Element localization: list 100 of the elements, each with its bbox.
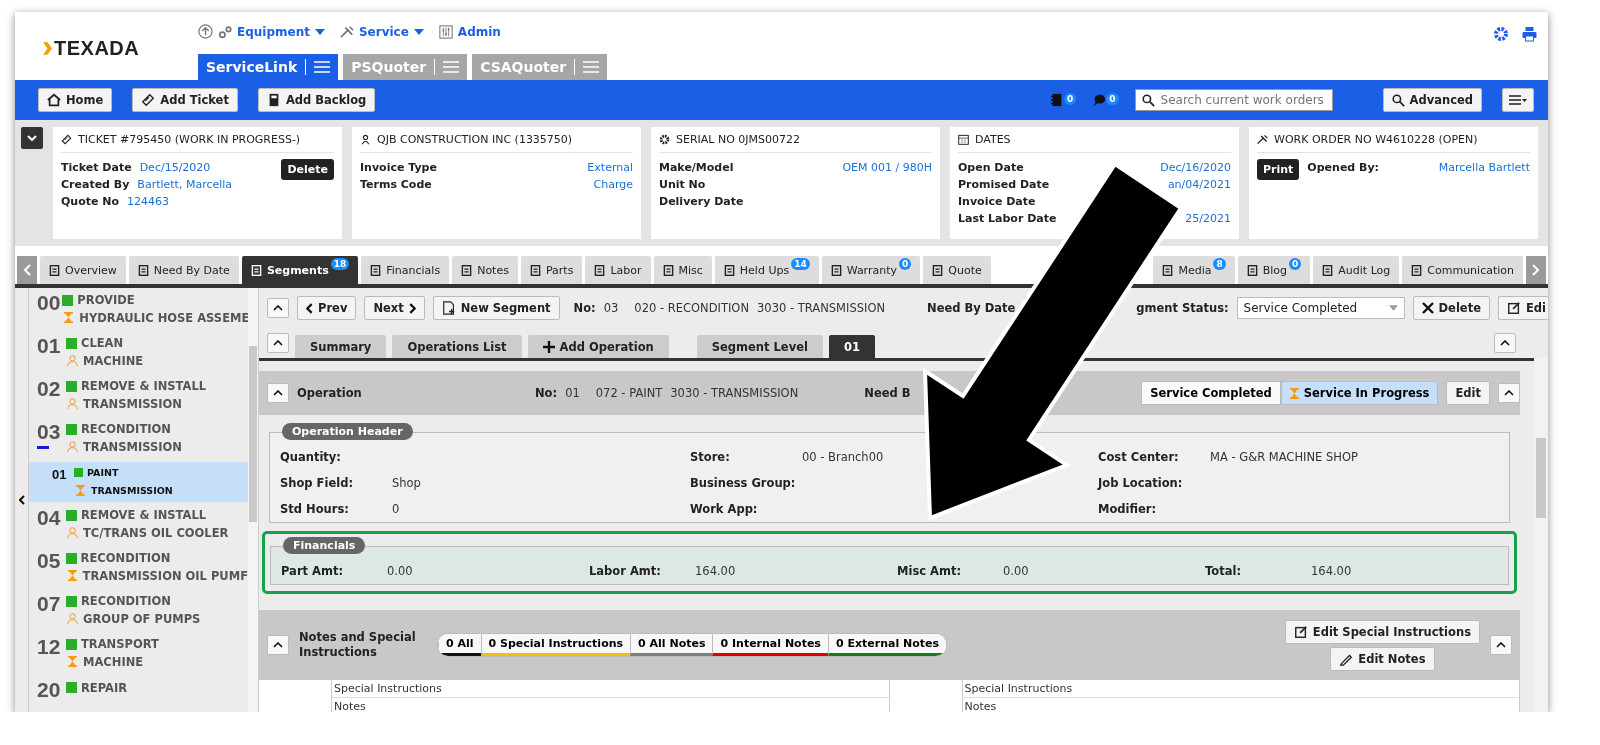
tab[interactable]: Audit Log — [1313, 256, 1400, 284]
scrollbar[interactable] — [1534, 358, 1548, 712]
field-label: Quote No — [61, 194, 120, 210]
field-value-link[interactable]: Charge — [593, 176, 633, 193]
sub-tab[interactable]: Summary — [295, 335, 387, 358]
segment-item[interactable]: 00 PROVIDE HYDRAULIC HOSE ASSEME — [29, 290, 248, 330]
collapse-button[interactable] — [21, 127, 43, 149]
nav-menu-link[interactable]: Service — [358, 24, 409, 39]
new-document-icon — [441, 301, 456, 315]
segment-number: 04 — [37, 507, 62, 531]
list-menu-button[interactable] — [1502, 88, 1534, 112]
status-toggle[interactable]: Service Completed — [1141, 381, 1281, 405]
filter-pill[interactable]: 0 All — [438, 634, 481, 656]
segment-item[interactable]: 01 PAINT TRANSMISSION — [29, 462, 248, 502]
tab[interactable]: Misc — [653, 256, 712, 284]
status-square-icon — [66, 423, 77, 435]
collapse-button[interactable] — [1498, 383, 1520, 403]
tab[interactable]: Communication — [1402, 256, 1523, 284]
segment-number: 01 — [52, 468, 68, 482]
count-badge: 18 — [330, 258, 350, 270]
segment-subtitle: TRANSMISSION — [91, 484, 173, 496]
toolbar-button[interactable]: Add Backlog — [257, 88, 376, 112]
edit-button[interactable]: Edit — [1446, 381, 1490, 405]
tab[interactable]: Notes — [452, 256, 518, 284]
delete-button[interactable]: Delete — [1412, 296, 1490, 320]
tab[interactable]: Labor — [585, 256, 651, 284]
sub-tab[interactable]: Segment Level — [696, 335, 823, 358]
calendar-icon — [958, 134, 969, 145]
tab[interactable]: Blog 0 — [1237, 256, 1311, 284]
field-value-link[interactable]: Bartlett, Marcella — [137, 176, 233, 193]
new-segment-button[interactable]: New Segment — [432, 296, 560, 320]
toolbar-button[interactable]: Add Ticket — [132, 88, 238, 112]
segment-item[interactable]: 03 RECONDITION TRANSMISSION — [29, 419, 248, 459]
tab[interactable]: Need By Date — [128, 256, 239, 284]
collapse-button[interactable] — [267, 298, 289, 318]
print-button[interactable]: Print — [1257, 159, 1300, 180]
collapse-button[interactable] — [267, 383, 289, 403]
segment-item[interactable]: 20 REPAIR — [29, 677, 248, 712]
filter-pill[interactable]: 0 Special Instructions — [480, 634, 631, 656]
group-title: Operation Header — [282, 423, 413, 440]
toolbar-button[interactable]: Home — [38, 88, 113, 112]
field-value-link[interactable]: Dec/16/2020 — [1160, 159, 1231, 176]
edit-notes-button[interactable]: Edit Special Instructions — [1284, 619, 1480, 644]
status-toggle[interactable]: Service In Progress — [1280, 381, 1439, 405]
segment-item[interactable]: 04 REMOVE & INSTALL TC/TRANS OIL COOLER — [29, 505, 248, 545]
segment-item[interactable]: 02 REMOVE & INSTALL TRANSMISSION — [29, 376, 248, 416]
field-label: Need B — [864, 386, 911, 400]
speech-bubble-icon[interactable] — [1092, 93, 1107, 107]
segment-item[interactable]: 05 RECONDITION TRANSMISSION OIL PUMF — [29, 548, 248, 588]
segment-number: 12 — [37, 636, 62, 660]
field-value-link[interactable]: OEM 001 / 980H — [842, 159, 932, 176]
collapse-button[interactable] — [1494, 333, 1516, 353]
tab[interactable]: Media 8 — [1153, 256, 1235, 284]
edit-button[interactable]: Edi — [1497, 296, 1548, 320]
next-button[interactable]: Next — [364, 296, 425, 320]
collapse-button[interactable] — [1490, 635, 1512, 655]
edit-notes-button[interactable]: Edit Notes — [1330, 646, 1435, 671]
search-field[interactable]: Search current work orders — [1134, 89, 1333, 111]
field-value-link[interactable]: 124463 — [127, 193, 170, 210]
filter-pill[interactable]: 0 Internal Notes — [712, 634, 828, 656]
field-label: Unit No — [659, 177, 706, 193]
field-value-link[interactable]: Marcella Bartlett — [1438, 159, 1530, 176]
tab[interactable]: Overview — [40, 256, 126, 284]
product-tab[interactable]: ServiceLink — [198, 54, 339, 80]
filter-pill[interactable]: 0 All Notes — [630, 634, 713, 656]
menu-icon[interactable] — [314, 60, 331, 74]
segment-subtitle: MACHINE — [83, 654, 144, 669]
nav-menu-link[interactable]: Admin — [457, 24, 501, 39]
tab[interactable]: Segments 18 — [241, 256, 359, 284]
filter-pill[interactable]: 0 External Notes — [827, 634, 947, 656]
tab[interactable]: Financials — [361, 256, 450, 284]
tab[interactable]: Warranty 0 — [821, 256, 921, 284]
field-value-link[interactable]: External — [587, 159, 633, 176]
sub-tab[interactable]: Operations List — [392, 335, 522, 358]
advanced-search-button[interactable]: Advanced — [1382, 88, 1482, 112]
sub-tab[interactable]: Add Operation — [527, 335, 669, 358]
status-square-icon — [66, 337, 77, 349]
up-arrow-icon[interactable] — [198, 24, 213, 39]
prev-button[interactable]: Prev — [297, 296, 357, 320]
settings-icon[interactable] — [1493, 26, 1509, 42]
tab[interactable]: Quote — [923, 256, 991, 284]
field-value-link[interactable]: an/04/2021 — [1167, 176, 1231, 193]
search-icon — [1391, 93, 1405, 107]
nav-menu-link[interactable]: Equipment — [237, 24, 310, 39]
segment-item[interactable]: 12 TRANSPORT MACHINE — [29, 634, 248, 674]
segment-title: REPAIR — [81, 680, 128, 695]
collapse-button[interactable] — [267, 333, 289, 353]
tab[interactable]: Parts — [520, 256, 583, 284]
document-icon — [1322, 264, 1334, 276]
segment-item[interactable]: 01 CLEAN MACHINE — [29, 333, 248, 373]
scrollbar[interactable] — [248, 288, 258, 712]
delete-button[interactable]: Delete — [281, 159, 334, 180]
tab[interactable]: Held Ups 14 — [714, 256, 819, 284]
segment-item[interactable]: 07 RECONDITION GROUP OF PUMPS — [29, 591, 248, 631]
field-value-link[interactable]: 25/2021 — [1185, 210, 1231, 227]
field-value-link[interactable]: Dec/15/2020 — [139, 159, 211, 176]
printer-icon[interactable] — [1521, 26, 1538, 42]
collapse-button[interactable] — [267, 635, 289, 655]
status-dropdown[interactable]: Service Completed — [1236, 297, 1405, 319]
sub-tab[interactable]: 01 — [828, 335, 875, 358]
